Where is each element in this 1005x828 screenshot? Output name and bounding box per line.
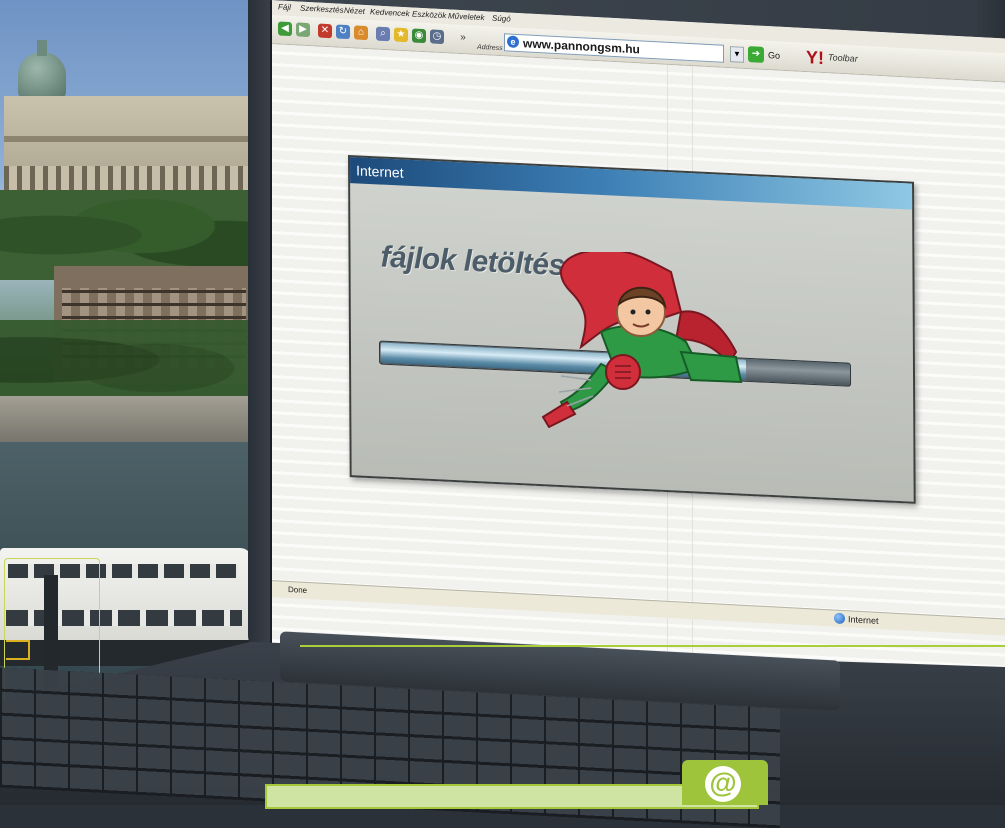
yahoo-toolbar-label[interactable]: Toolbar: [828, 52, 858, 64]
palace-dome: [18, 52, 66, 98]
address-label: Address: [477, 43, 503, 53]
home-icon[interactable]: ⌂: [354, 25, 368, 41]
menu-actions[interactable]: Műveletek: [448, 11, 484, 22]
menu-file[interactable]: Fájl: [278, 2, 291, 12]
page-icon: e: [507, 35, 519, 49]
security-zone: Internet: [848, 614, 879, 626]
accent-line: [300, 645, 1005, 647]
chevron-more-icon[interactable]: »: [456, 31, 470, 46]
email-badge: @: [682, 760, 768, 805]
address-url: www.pannongsm.hu: [523, 36, 640, 57]
favorites-icon[interactable]: ★: [394, 27, 408, 43]
at-sign-icon: @: [705, 766, 741, 802]
forward-icon[interactable]: ▶: [296, 22, 310, 38]
media-icon[interactable]: ◉: [412, 28, 426, 44]
dialog-title: Internet: [356, 162, 404, 181]
menu-favorites[interactable]: Kedvencek: [370, 7, 410, 18]
refresh-icon[interactable]: ↻: [336, 24, 350, 40]
go-arrow-icon[interactable]: ➔: [748, 46, 764, 63]
address-dropdown-icon[interactable]: ▼: [730, 46, 744, 63]
globe-icon: [834, 612, 845, 625]
menu-edit[interactable]: Szerkesztés: [300, 4, 344, 15]
menu-view[interactable]: Nézet: [344, 6, 365, 16]
back-icon[interactable]: ◀: [278, 21, 292, 37]
menu-help[interactable]: Súgó: [492, 14, 511, 24]
highlight-bracket: [6, 640, 30, 660]
lower-trees: [0, 320, 260, 400]
dome-lantern: [37, 40, 47, 56]
status-text: Done: [288, 584, 308, 595]
superhero-mascot: [541, 252, 743, 429]
menu-tools[interactable]: Eszközök: [412, 9, 446, 20]
river-quay: [0, 396, 260, 442]
search-icon[interactable]: ⌕: [376, 26, 390, 42]
history-icon[interactable]: ◷: [430, 29, 444, 45]
stop-icon[interactable]: ✕: [318, 23, 332, 39]
go-button[interactable]: Go: [768, 50, 780, 61]
yahoo-logo[interactable]: Y!: [806, 47, 824, 69]
